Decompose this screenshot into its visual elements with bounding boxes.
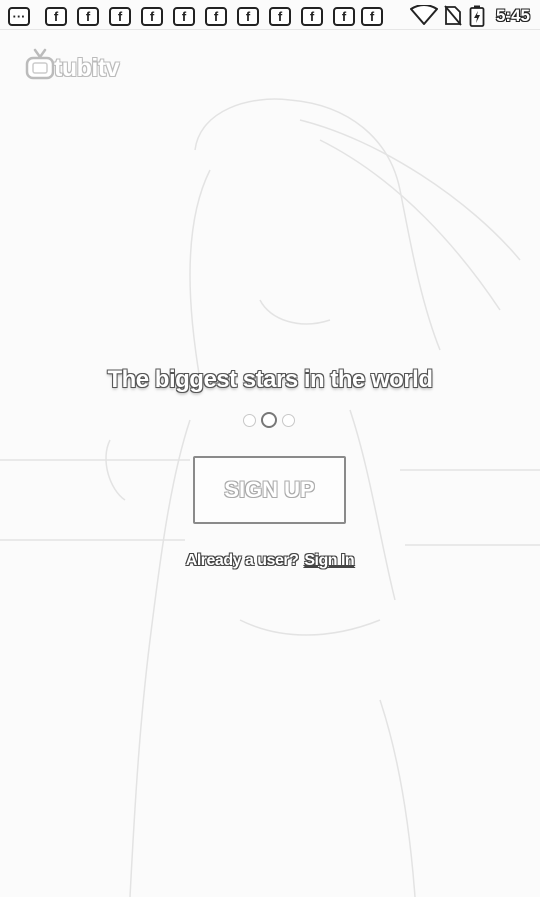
facebook-glyph: f	[213, 9, 219, 24]
page-dot-active[interactable]	[261, 412, 277, 428]
more-notifications-icon: ···	[8, 7, 30, 26]
facebook-icon: f	[77, 7, 99, 26]
facebook-glyph: f	[369, 9, 375, 24]
sign-in-prompt: Already a user? Sign In	[0, 552, 540, 570]
facebook-icon: f	[333, 7, 355, 26]
more-glyph: ···	[12, 9, 26, 24]
facebook-icon: f	[45, 7, 67, 26]
tv-logo-icon	[25, 48, 55, 80]
facebook-glyph: f	[117, 9, 123, 24]
facebook-glyph: f	[277, 9, 283, 24]
clock: 5:45	[495, 6, 530, 25]
facebook-icon: f	[205, 7, 227, 26]
facebook-glyph: f	[181, 9, 187, 24]
facebook-icon: f	[141, 7, 163, 26]
facebook-icon: f	[301, 7, 323, 26]
facebook-glyph: f	[149, 9, 155, 24]
already-user-text: Already a user?	[185, 552, 299, 569]
sign-up-button[interactable]: SIGN UP	[193, 456, 346, 524]
wifi-icon	[410, 5, 438, 25]
facebook-icon: f	[269, 7, 291, 26]
facebook-icon: f	[361, 7, 383, 26]
page-indicator[interactable]	[243, 412, 297, 430]
page-dot[interactable]	[282, 414, 295, 427]
background-photo	[0, 98, 540, 897]
status-bar: ··· f f f f f f f f f f f 5:45	[0, 0, 540, 30]
facebook-glyph: f	[85, 9, 91, 24]
facebook-glyph: f	[245, 9, 251, 24]
tubitv-logo: tubitv	[24, 46, 139, 86]
sign-in-link[interactable]: Sign In	[304, 552, 354, 569]
facebook-icon: f	[173, 7, 195, 26]
page-dot[interactable]	[243, 414, 256, 427]
facebook-icon: f	[109, 7, 131, 26]
facebook-glyph: f	[309, 9, 315, 24]
battery-charging-icon	[469, 5, 485, 27]
facebook-icon: f	[237, 7, 259, 26]
onboarding-tagline: The biggest stars in the world	[107, 366, 433, 393]
no-sim-icon	[444, 5, 462, 26]
logo-text: tubitv	[54, 54, 120, 82]
facebook-glyph: f	[53, 9, 59, 24]
facebook-glyph: f	[341, 9, 347, 24]
